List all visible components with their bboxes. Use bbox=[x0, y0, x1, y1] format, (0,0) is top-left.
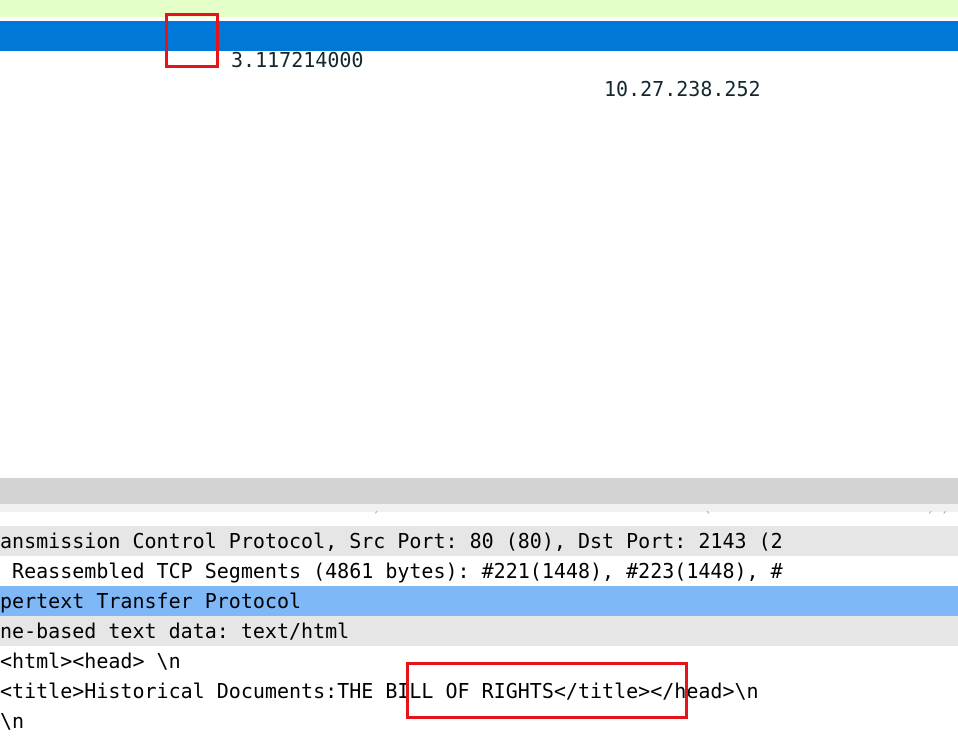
packet-time: 3.409272000 bbox=[231, 84, 364, 108]
detail-line-http[interactable]: pertext Transfer Protocol bbox=[0, 586, 958, 616]
packet-source: 10.27.238.252 bbox=[604, 77, 761, 101]
packet-details-pane: ansmission Control Protocol, Src Port: 8… bbox=[0, 526, 958, 740]
detail-line-html-head[interactable]: <html><head> \n bbox=[0, 646, 958, 676]
detail-line-reassembled[interactable]: Reassembled TCP Segments (4861 bytes): #… bbox=[0, 556, 958, 586]
detail-line-title[interactable]: <title>Historical Documents:THE BILL OF … bbox=[0, 676, 958, 706]
packet-list: 213 3.117214000 10.27.238.252 225 3.4092… bbox=[0, 0, 958, 478]
detail-line-tcp[interactable]: ansmission Control Protocol, Src Port: 8… bbox=[0, 526, 958, 556]
detail-line-newline[interactable]: \n bbox=[0, 706, 958, 736]
tick-mark: ` bbox=[705, 510, 713, 524]
details-header-ticks: ´ ` ´ ´ bbox=[0, 510, 958, 526]
tick-mark: ´ ´ bbox=[926, 510, 948, 524]
tick-mark: ´ bbox=[372, 510, 380, 524]
packet-row-213[interactable]: 213 3.117214000 10.27.238.252 bbox=[0, 0, 958, 101]
packet-source: 128.119.245.12 bbox=[604, 114, 773, 138]
detail-line-text-data[interactable]: ne-based text data: text/html bbox=[0, 616, 958, 646]
pane-splitter[interactable] bbox=[0, 478, 958, 504]
packet-number: 225 bbox=[181, 54, 218, 78]
packet-row-225-selected[interactable]: 225 3.409272000 128.119.245.12 bbox=[0, 21, 958, 138]
